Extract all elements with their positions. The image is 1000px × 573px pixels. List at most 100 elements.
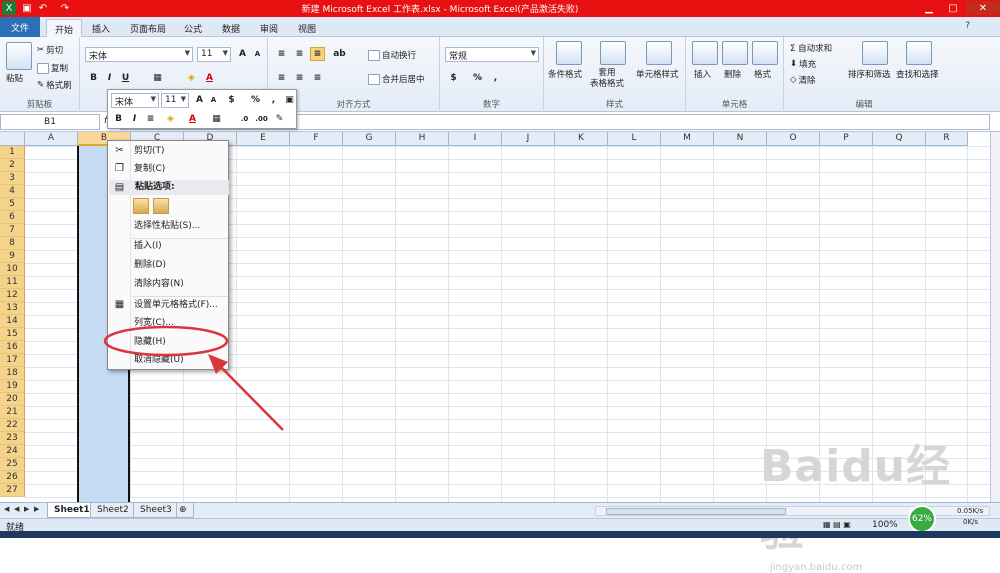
new-sheet-icon[interactable]: ⊕	[176, 503, 194, 518]
mini-italic-button[interactable]: I	[127, 112, 142, 126]
row-header[interactable]: 16	[0, 341, 25, 354]
menu-item-insert[interactable]: 插入(I)	[108, 238, 228, 255]
vertical-scrollbar[interactable]	[990, 132, 1000, 502]
row-header[interactable]: 23	[0, 432, 25, 445]
insert-cells-icon[interactable]	[692, 41, 718, 65]
column-header[interactable]: Q	[873, 132, 926, 146]
fill-color-icon[interactable]: ◈	[184, 71, 199, 85]
column-header[interactable]: N	[714, 132, 767, 146]
name-box[interactable]: B1	[0, 114, 100, 130]
cut-button[interactable]: ✂ 剪切	[37, 44, 63, 56]
wrap-text-button[interactable]: 自动换行	[368, 49, 416, 61]
scroll-thumb[interactable]	[606, 508, 786, 515]
row-header[interactable]: 13	[0, 302, 25, 315]
cell-styles-icon[interactable]	[646, 41, 672, 65]
column-header[interactable]: L	[608, 132, 661, 146]
column-header[interactable]: A	[25, 132, 78, 146]
column-header[interactable]: O	[767, 132, 820, 146]
binoculars-icon[interactable]	[906, 41, 932, 65]
column-header[interactable]: J	[502, 132, 555, 146]
shrink-font-button[interactable]: A	[250, 47, 265, 61]
italic-button[interactable]: I	[102, 71, 117, 85]
decrease-decimal-icon[interactable]: .00	[254, 112, 269, 126]
menu-item-delete[interactable]: 删除(D)	[108, 257, 228, 274]
menu-item-column-width[interactable]: 列宽(C)...	[108, 315, 228, 332]
menu-item-paste-special[interactable]: 选择性粘贴(S)...	[108, 218, 228, 235]
paste-values-icon[interactable]	[153, 198, 169, 214]
format-cells-button[interactable]: 格式	[754, 68, 771, 80]
table-format-button[interactable]: 套用 表格格式	[590, 68, 624, 90]
row-header[interactable]: 1	[0, 146, 25, 159]
row-header[interactable]: 2	[0, 159, 25, 172]
row-header[interactable]: 4	[0, 185, 25, 198]
tab-data[interactable]: 数据	[214, 19, 248, 37]
merge-center-button[interactable]: 合并后居中	[368, 73, 425, 85]
comma-button[interactable]: ,	[488, 71, 503, 85]
paste-icon[interactable]	[6, 42, 32, 70]
row-header[interactable]: 6	[0, 211, 25, 224]
menu-item-clear-contents[interactable]: 清除内容(N)	[108, 276, 228, 293]
mini-fill-color-icon[interactable]: ◈	[163, 112, 178, 126]
prev-sheet-icon[interactable]: ◀	[14, 505, 22, 513]
tab-formulas[interactable]: 公式	[176, 19, 210, 37]
fill-button[interactable]: ⬇ 填充	[790, 58, 816, 70]
row-header[interactable]: 21	[0, 406, 25, 419]
row-header[interactable]: 12	[0, 289, 25, 302]
currency-format-icon[interactable]: $	[224, 93, 239, 107]
row-header[interactable]: 11	[0, 276, 25, 289]
table-format-icon[interactable]	[600, 41, 626, 65]
mini-bold-button[interactable]: B	[111, 112, 126, 126]
font-name-select[interactable]: 宋体 ▼	[85, 47, 193, 62]
zoom-level[interactable]: 100%	[872, 520, 898, 530]
grow-font-icon[interactable]: A	[192, 93, 207, 107]
sort-filter-icon[interactable]	[862, 41, 888, 65]
tab-insert[interactable]: 插入	[84, 19, 118, 37]
mini-comma-button[interactable]: ,	[266, 93, 281, 107]
row-header[interactable]: 15	[0, 328, 25, 341]
delete-cells-icon[interactable]	[722, 41, 748, 65]
copy-button[interactable]: 复制	[37, 62, 68, 74]
number-format-select[interactable]: 常规 ▼	[445, 47, 539, 62]
border-icon[interactable]: ▦	[150, 71, 165, 85]
help-icon[interactable]: ?	[965, 21, 970, 31]
row-header[interactable]: 10	[0, 263, 25, 276]
align-left-icon[interactable]: ≡	[274, 71, 289, 85]
next-sheet-icon[interactable]: ▶	[24, 505, 32, 513]
conditional-format-button[interactable]: 条件格式	[548, 68, 582, 80]
column-header[interactable]: E	[237, 132, 290, 146]
row-header[interactable]: 25	[0, 458, 25, 471]
underline-button[interactable]: U	[118, 71, 133, 85]
delete-cells-button[interactable]: 删除	[724, 68, 741, 80]
menu-item-format-cells[interactable]: ▦ 设置单元格格式(F)...	[108, 297, 228, 314]
align-bottom-icon[interactable]: ≡	[310, 47, 325, 61]
mini-border-icon[interactable]: ▦	[209, 112, 224, 126]
mini-align-center-icon[interactable]: ≡	[143, 112, 158, 126]
row-header[interactable]: 5	[0, 198, 25, 211]
column-header[interactable]: R	[926, 132, 968, 146]
column-header[interactable]: H	[396, 132, 449, 146]
shrink-font-icon[interactable]: A	[206, 93, 221, 107]
insert-cells-button[interactable]: 插入	[694, 68, 711, 80]
menu-item-cut[interactable]: ✂ 剪切(T)	[108, 143, 228, 160]
tab-view[interactable]: 视图	[290, 19, 324, 37]
row-header[interactable]: 9	[0, 250, 25, 263]
row-header[interactable]: 22	[0, 419, 25, 432]
orientation-icon[interactable]: ab	[332, 47, 347, 61]
find-select-button[interactable]: 查找和选择	[896, 68, 939, 80]
row-header[interactable]: 8	[0, 237, 25, 250]
row-header[interactable]: 24	[0, 445, 25, 458]
percent-button[interactable]: %	[470, 71, 485, 85]
column-header[interactable]: P	[820, 132, 873, 146]
align-center-icon[interactable]: ≡	[292, 71, 307, 85]
paste-button[interactable]: 粘贴	[6, 72, 23, 84]
mini-font-color-icon[interactable]: A	[185, 112, 200, 126]
align-right-icon[interactable]: ≡	[310, 71, 325, 85]
first-sheet-icon[interactable]: ◀	[4, 505, 12, 513]
mini-percent-button[interactable]: %	[248, 93, 263, 107]
row-header[interactable]: 19	[0, 380, 25, 393]
align-middle-icon[interactable]: ≡	[292, 47, 307, 61]
format-painter-icon[interactable]: ▣	[282, 93, 297, 107]
row-header[interactable]: 14	[0, 315, 25, 328]
mini-brush-icon[interactable]: ✎	[272, 112, 287, 126]
mini-font-select[interactable]: 宋体 ▼	[111, 93, 159, 108]
